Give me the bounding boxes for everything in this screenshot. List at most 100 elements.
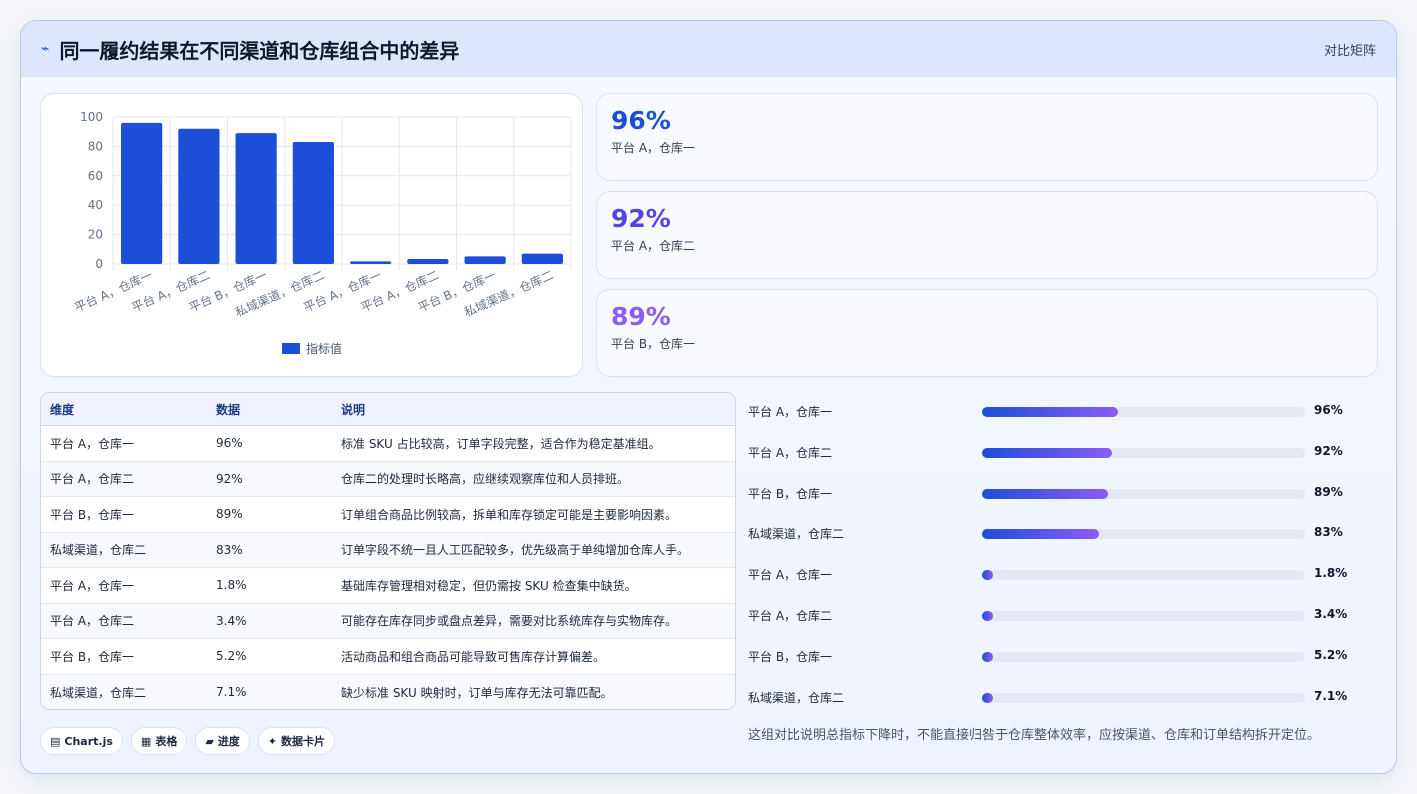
table-cell: 平台 A，仓库二 (50, 472, 135, 487)
bar[interactable] (464, 256, 506, 264)
table-row: 平台 A，仓库二 92% 仓库二的处理时长略高，应继续观察库位和人员排班。 (41, 461, 735, 497)
legend-label: 指标值 (306, 341, 342, 356)
y-tick-label: 40 (88, 198, 103, 212)
y-tick-label: 20 (88, 228, 103, 242)
table-cell: 7.1% (216, 685, 247, 700)
progress-track (982, 447, 1305, 458)
dashboard-frame: ⌁ 同一履约结果在不同渠道和仓库组合中的差异 对比矩阵 0 20 40 60 80 100… (20, 20, 1397, 774)
progress-row: 私域渠道，仓库二 7.1% (748, 683, 1348, 724)
progress-fill (982, 407, 1118, 417)
table-cell: 订单字段不统一且人工匹配较多，优先级高于单纯增加仓库人手。 (341, 543, 690, 558)
table-cell: 私域渠道，仓库二 (50, 685, 147, 700)
table-row: 平台 A，仓库一 96% 标准 SKU 占比较高，订单字段完整，适合作为稳定基准… (41, 426, 735, 462)
y-tick-label: 100 (80, 110, 103, 124)
progress-row: 平台 B，仓库一 89% (748, 479, 1348, 520)
bar[interactable] (350, 261, 392, 264)
table-cell: 92% (216, 471, 243, 486)
page-title: 同一履约结果在不同渠道和仓库组合中的差异 (59, 38, 460, 63)
legend-swatch (282, 343, 300, 354)
table-cell: 平台 B，仓库一 (50, 649, 135, 664)
kpi-card-3: 89% 平台 B，仓库一 (596, 289, 1378, 377)
bar-chart: 020406080100平台 A，仓库一平台 A，仓库二平台 B，仓库一私域渠道… (72, 110, 572, 356)
progress-value: 92% (1314, 443, 1343, 458)
progress-value: 89% (1314, 484, 1343, 499)
progress-track (982, 407, 1305, 417)
table-cell: 活动商品和组合商品可能导致可售库存计算偏差。 (341, 649, 606, 664)
progress-fill (982, 570, 993, 581)
table-row: 平台 A，仓库二 3.4% 可能存在库存同步或盘点差异，需要对比系统库存与实物库… (41, 603, 735, 639)
table-cell: 5.2% (216, 649, 247, 664)
feature-chips: ▤ Chart.js ▦ 表格 ▰ 进度 ✦ 数据卡片 (40, 727, 336, 755)
table-cell: 私域渠道，仓库二 (50, 543, 147, 558)
mode-label: 对比矩阵 (1323, 43, 1376, 59)
progress-label: 平台 A，仓库一 (748, 405, 833, 419)
chip-progress[interactable]: ▰ 进度 (195, 727, 250, 755)
table-cell: 仓库二的处理时长略高，应继续观察库位和人员排班。 (341, 472, 630, 487)
kpi-card-2: 92% 平台 A，仓库二 (596, 191, 1378, 279)
progress-row: 平台 A，仓库一 1.8% (748, 560, 1348, 601)
progress-value: 83% (1314, 525, 1343, 540)
table-cell: 平台 A，仓库一 (50, 578, 135, 593)
table-cell: 订单组合商品比例较高，拆单和库存锁定可能是主要影响因素。 (341, 507, 678, 522)
bar[interactable] (521, 253, 563, 264)
kpi-label: 平台 B，仓库一 (611, 337, 696, 351)
table-row: 私域渠道，仓库二 83% 订单字段不统一且人工匹配较多，优先级高于单纯增加仓库人… (41, 532, 735, 568)
progress-value: 3.4% (1314, 606, 1348, 621)
chip-label: Chart.js (64, 734, 113, 748)
progress-row: 平台 A，仓库二 3.4% (748, 601, 1348, 642)
table-cell: 基础库存管理相对稳定，但仍需按 SKU 检查集中缺货。 (341, 578, 637, 593)
y-tick-label: 80 (88, 139, 103, 153)
progress-icon: ▰ (205, 734, 214, 748)
progress-fill (982, 610, 993, 621)
chip-label: 表格 (155, 735, 178, 748)
kpi-value: 96% (611, 106, 671, 135)
progress-fill (982, 692, 993, 703)
progress-list: 平台 A，仓库一 96% 平台 A，仓库二 92% 平台 B，仓库一 89% 私域渠道，仓库… (748, 397, 1348, 723)
column-header: 数据 (216, 402, 241, 417)
progress-track (982, 570, 1305, 581)
bar[interactable] (407, 259, 449, 264)
table-cell: 3.4% (216, 613, 247, 628)
progress-value: 96% (1314, 403, 1343, 417)
bar-chart-card: 0 20 40 60 80 100 平台 A，仓库一 平台 A，仓库二 平台 B，仓库一 私域渠道… (40, 93, 583, 377)
chart-icon: ▤ (50, 734, 61, 748)
table-row: 私域渠道，仓库二 7.1% 缺少标准 SKU 映射时，订单与库存无法可靠匹配。 (41, 674, 735, 709)
kpi-label: 平台 A，仓库二 (611, 239, 696, 253)
table-cell: 83% (216, 542, 243, 557)
chip-label: 数据卡片 (281, 735, 326, 748)
header: ⌁ 同一履约结果在不同渠道和仓库组合中的差异 对比矩阵 (21, 21, 1396, 77)
bar[interactable] (292, 141, 334, 264)
progress-track (982, 529, 1305, 540)
table-row: 平台 B，仓库一 5.2% 活动商品和组合商品可能导致可售库存计算偏差。 (41, 639, 735, 675)
chip-label: 进度 (217, 735, 240, 748)
kpi-value: 89% (611, 302, 671, 331)
progress-track (982, 651, 1305, 662)
bar[interactable] (178, 128, 220, 264)
table-row: 平台 B，仓库一 89% 订单组合商品比例较高，拆单和库存锁定可能是主要影响因素… (41, 497, 735, 533)
table-cell: 缺少标准 SKU 映射时，订单与库存无法可靠匹配。 (341, 685, 613, 700)
summary-note: 这组对比说明总指标下降时，不能直接归咎于仓库整体效率，应按渠道、仓库和订单结构拆… (748, 728, 1321, 743)
chip-chartjs[interactable]: ▤ Chart.js (40, 727, 123, 755)
bar[interactable] (235, 133, 277, 264)
table-icon: ▦ (140, 734, 152, 748)
progress-label: 平台 A，仓库二 (748, 608, 833, 623)
table-cell: 平台 A，仓库二 (50, 614, 135, 629)
y-tick-label: 60 (88, 169, 103, 183)
progress-track (982, 610, 1305, 621)
chip-table[interactable]: ▦ 表格 (130, 727, 188, 755)
progress-fill (982, 651, 993, 662)
table-cell: 1.8% (216, 578, 247, 593)
progress-label: 平台 A，仓库二 (748, 445, 833, 460)
column-header: 维度 (50, 402, 75, 417)
progress-value: 7.1% (1314, 688, 1348, 703)
progress-row: 平台 A，仓库二 92% (748, 438, 1348, 479)
progress-track (982, 692, 1305, 703)
progress-value: 1.8% (1314, 566, 1348, 581)
chip-data-card[interactable]: ✦ 数据卡片 (257, 727, 336, 755)
data-table: 维度 数据 说明 平台 A，仓库一 96% 标准 SKU 占比较高，订单字段完整… (40, 392, 736, 710)
progress-label: 平台 B，仓库一 (748, 486, 833, 501)
bar[interactable] (121, 122, 163, 264)
progress-row: 平台 A，仓库一 96% (748, 397, 1348, 438)
table-cell: 89% (216, 507, 243, 522)
kpi-label: 平台 A，仓库一 (611, 141, 696, 155)
